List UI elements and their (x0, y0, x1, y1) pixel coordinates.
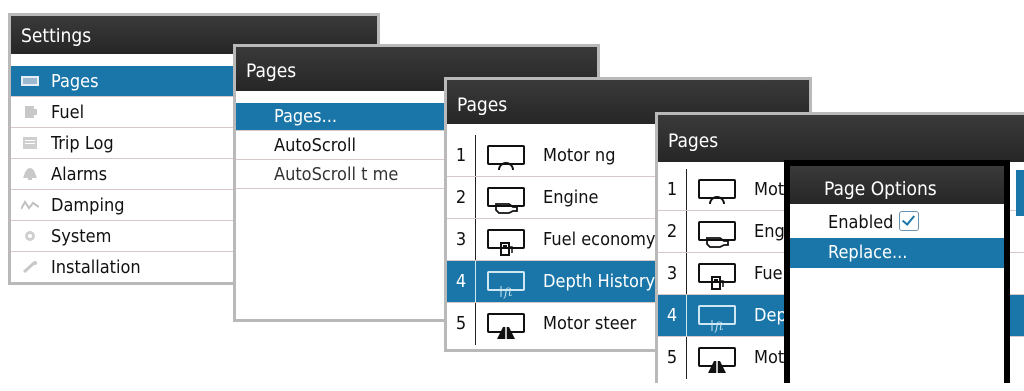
page-number: 5 (666, 347, 678, 368)
settings-item-label: Damping (51, 195, 125, 216)
page-label: Dep (754, 305, 787, 326)
engine-icon (487, 187, 525, 214)
scrollbar[interactable] (1016, 170, 1024, 216)
row-divider (686, 169, 687, 210)
pages-menu-item-label: AutoScroll t me (274, 164, 399, 185)
enabled-label: Enabled (828, 212, 894, 233)
pages-menu-item-label: Pages... (274, 106, 337, 127)
page-number: 2 (455, 187, 467, 208)
page-options-popup: Page Options Enabled Replace... (784, 160, 1010, 383)
page-label: Mot (754, 347, 785, 368)
row-divider (686, 295, 687, 336)
page-number: 2 (666, 221, 678, 242)
damping-icon (21, 200, 39, 210)
page-number: 4 (455, 271, 467, 292)
page-number: 3 (666, 263, 678, 284)
wrench-icon (22, 261, 37, 273)
page-number: 1 (666, 179, 678, 200)
enabled-checkbox[interactable] (899, 211, 920, 231)
motoring-icon (698, 179, 736, 205)
page-number: 5 (455, 313, 467, 334)
row-divider (686, 211, 687, 252)
row-divider (686, 337, 687, 379)
row-divider (475, 219, 476, 260)
page-options-title: Page Options (790, 166, 1004, 204)
page-label: Fuel economy (543, 229, 656, 250)
settings-item-label: System (51, 226, 112, 247)
svg-text:ft: ft (503, 286, 513, 299)
page-label: Fue (754, 263, 783, 284)
settings-item-label: Trip Log (51, 133, 114, 154)
page-label: Motor steer (543, 313, 637, 334)
page-number: 4 (666, 305, 678, 326)
pages-list-2-title: Pages (658, 115, 1024, 162)
depth-history-icon: ft (487, 271, 525, 299)
settings-item-label: Fuel (51, 102, 85, 123)
row-divider (475, 135, 476, 176)
settings-item-label: Pages (51, 71, 99, 92)
trip-log-icon (23, 137, 37, 149)
page-number: 3 (455, 229, 467, 250)
motor-steer-icon (698, 347, 736, 373)
page-label: Mot (754, 179, 785, 200)
replace-label: Replace... (828, 242, 908, 263)
page-label: Motor ng (543, 145, 616, 166)
fuel-icon (25, 106, 37, 118)
motoring-icon (487, 145, 525, 171)
svg-text:ft: ft (714, 320, 724, 333)
row-divider (475, 177, 476, 218)
row-divider (475, 303, 476, 345)
page-number: 1 (455, 145, 467, 166)
row-divider (686, 253, 687, 294)
engine-icon (698, 221, 736, 248)
pages-menu-item-label: AutoScroll (274, 135, 356, 156)
motor-steer-icon (487, 313, 525, 339)
settings-item-label: Alarms (51, 164, 108, 185)
enabled-option[interactable]: Enabled (790, 208, 1004, 238)
replace-option[interactable]: Replace... (790, 238, 1004, 268)
settings-item-label: Installation (51, 257, 141, 278)
bell-icon (23, 168, 37, 180)
fuel-economy-icon (698, 263, 736, 290)
fuel-economy-icon (487, 229, 525, 256)
pages-icon (21, 76, 39, 86)
page-label: Depth History (543, 271, 656, 292)
page-label: Engine (543, 187, 599, 208)
row-divider (475, 261, 476, 302)
gear-icon (25, 231, 35, 241)
depth-history-icon: ft (698, 305, 736, 333)
page-label: Eng (754, 221, 785, 242)
